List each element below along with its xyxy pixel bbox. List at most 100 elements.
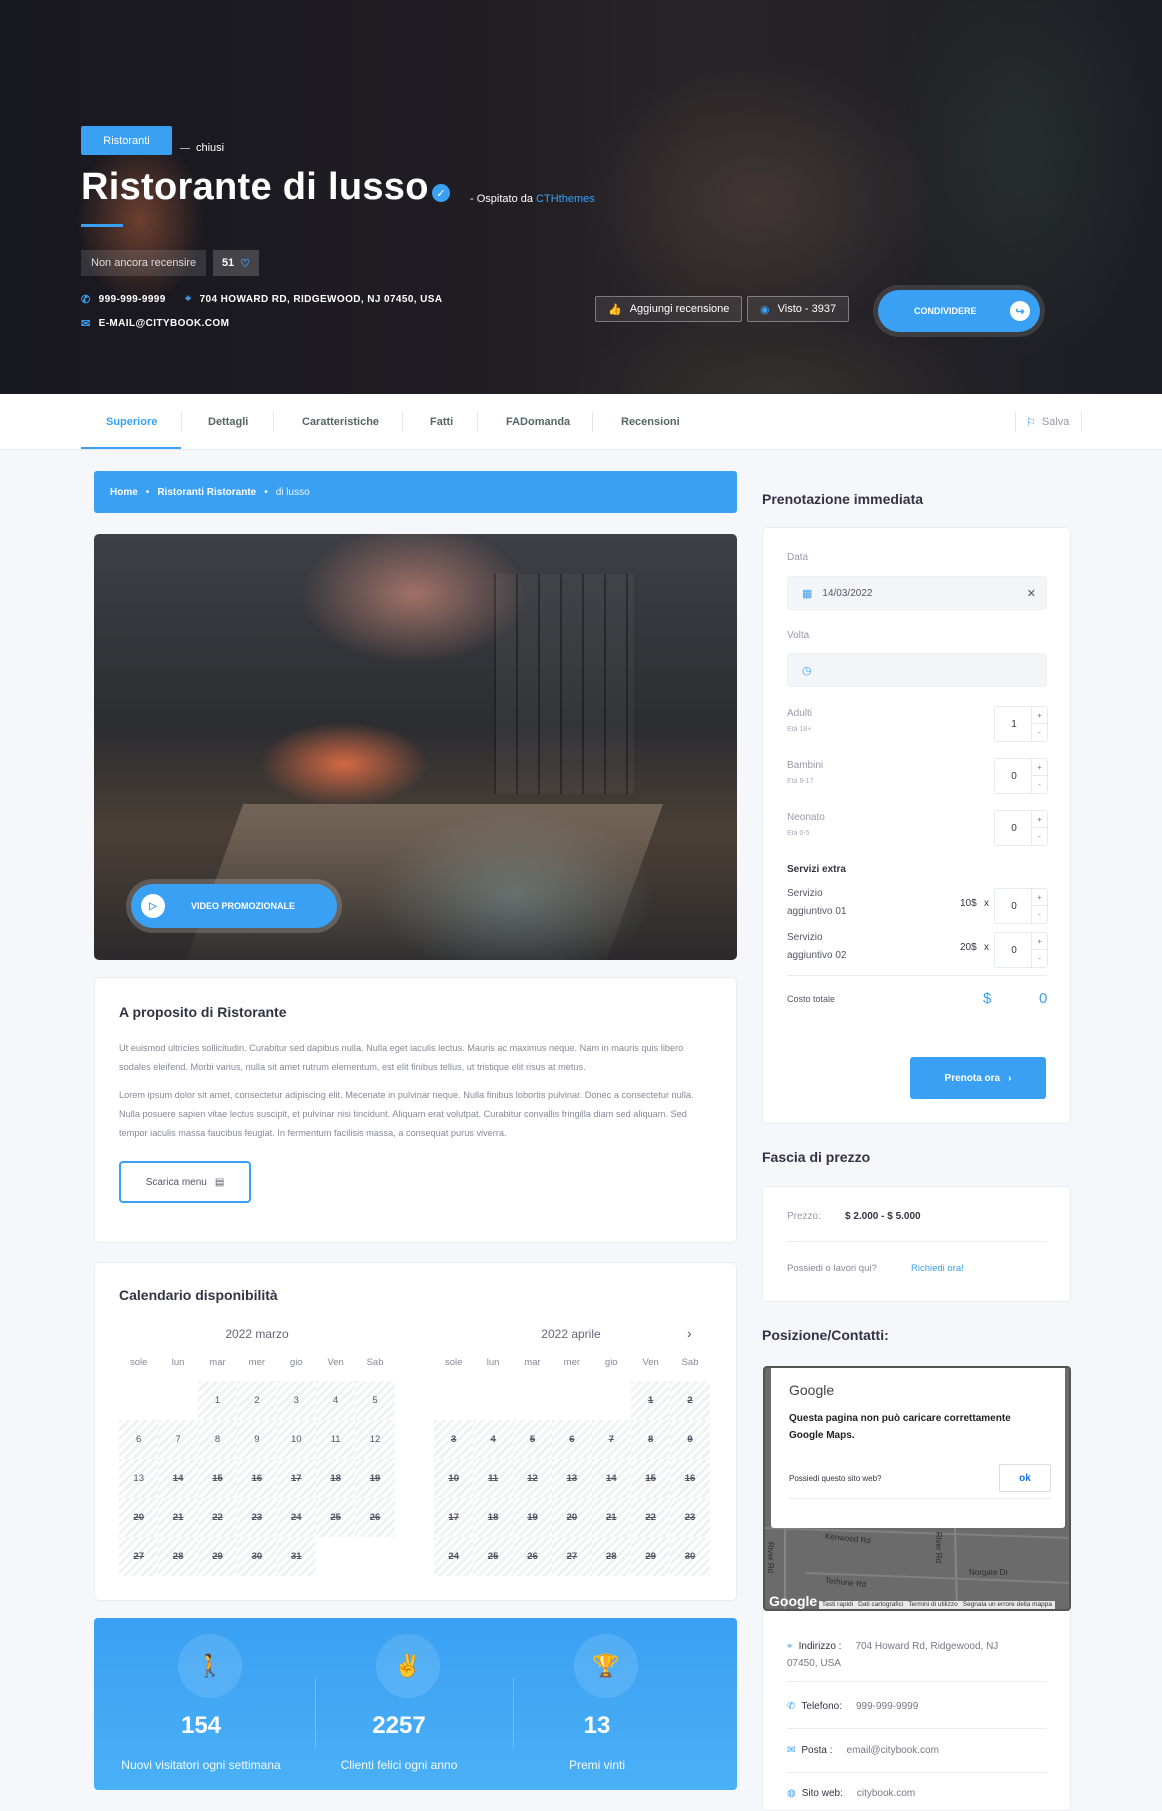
- tab-caratteristiche[interactable]: Caratteristiche: [302, 394, 379, 450]
- calendar-day[interactable]: 30: [237, 1537, 277, 1576]
- calendar-day[interactable]: 4: [473, 1420, 513, 1459]
- calendar-day[interactable]: 6: [119, 1420, 159, 1459]
- plus-icon[interactable]: +: [1031, 759, 1047, 776]
- extra-1-value[interactable]: 0: [995, 889, 1033, 923]
- plus-icon[interactable]: +: [1031, 811, 1047, 828]
- tab-faq[interactable]: FADomanda: [506, 394, 570, 450]
- calendar-day[interactable]: 9: [670, 1420, 710, 1459]
- calendar-day[interactable]: 27: [552, 1537, 592, 1576]
- calendar-day[interactable]: 12: [512, 1459, 553, 1498]
- calendar-day[interactable]: 22: [630, 1498, 671, 1537]
- calendar-day[interactable]: 21: [591, 1498, 631, 1537]
- contact-website[interactable]: ◍ Sito web: citybook.com: [787, 1785, 915, 1802]
- map-footer-link[interactable]: Termini di utilizzo: [908, 1601, 958, 1609]
- calendar-day[interactable]: 10: [434, 1459, 474, 1498]
- minus-icon[interactable]: -: [1031, 724, 1047, 741]
- calendar-day[interactable]: 17: [276, 1459, 316, 1498]
- calendar-day[interactable]: 8: [197, 1420, 238, 1459]
- map-footer-link[interactable]: Tasti rapidi: [822, 1601, 853, 1609]
- children-stepper[interactable]: 0 + -: [994, 758, 1048, 794]
- calendar-day[interactable]: 5: [512, 1420, 553, 1459]
- calendar-day[interactable]: 6: [552, 1420, 592, 1459]
- map-widget[interactable]: Google Questa pagina non può caricare co…: [763, 1366, 1071, 1611]
- email-info[interactable]: ✉ E-MAIL@CITYBOOK.COM: [81, 317, 229, 330]
- calendar-day[interactable]: 8: [630, 1420, 671, 1459]
- rating-badge[interactable]: 51 ♡: [213, 250, 259, 276]
- calendar-day[interactable]: 17: [434, 1498, 474, 1537]
- calendar-day[interactable]: 9: [237, 1420, 277, 1459]
- calendar-day[interactable]: 20: [552, 1498, 592, 1537]
- calendar-day[interactable]: 15: [197, 1459, 238, 1498]
- calendar-day[interactable]: 11: [473, 1459, 513, 1498]
- calendar-day[interactable]: 5: [355, 1381, 395, 1420]
- calendar-day[interactable]: 3: [434, 1420, 474, 1459]
- contact-phone[interactable]: ✆ Telefono: 999-999-9999: [787, 1698, 918, 1715]
- phone-info[interactable]: ✆ 999-999-9999: [81, 293, 166, 306]
- calendar-day[interactable]: 31: [276, 1537, 316, 1576]
- add-review-button[interactable]: 👍 Aggiungi recensione: [595, 296, 743, 322]
- calendar-next-arrow[interactable]: ›: [687, 1325, 692, 1341]
- calendar-day[interactable]: 28: [158, 1537, 198, 1576]
- calendar-day[interactable]: 20: [119, 1498, 159, 1537]
- calendar-day[interactable]: 24: [276, 1498, 316, 1537]
- calendar-day[interactable]: 24: [434, 1537, 474, 1576]
- plus-icon[interactable]: +: [1031, 707, 1047, 724]
- clear-date-icon[interactable]: ✕: [1027, 587, 1036, 600]
- calendar-day[interactable]: 11: [315, 1420, 356, 1459]
- map-footer-link[interactable]: Segnala un errore della mappa: [963, 1601, 1052, 1609]
- calendar-day[interactable]: 27: [119, 1537, 159, 1576]
- calendar-day[interactable]: 14: [591, 1459, 631, 1498]
- calendar-day[interactable]: 1: [197, 1381, 238, 1420]
- calendar-day[interactable]: 2: [237, 1381, 277, 1420]
- calendar-day[interactable]: 22: [197, 1498, 238, 1537]
- tab-superiore[interactable]: Superiore: [106, 394, 157, 450]
- calendar-day[interactable]: 16: [237, 1459, 277, 1498]
- calendar-day[interactable]: 7: [158, 1420, 198, 1459]
- calendar-day[interactable]: 7: [591, 1420, 631, 1459]
- calendar-day[interactable]: 14: [158, 1459, 198, 1498]
- calendar-day[interactable]: 15: [630, 1459, 671, 1498]
- calendar-day[interactable]: 26: [512, 1537, 553, 1576]
- calendar-day[interactable]: 25: [473, 1537, 513, 1576]
- minus-icon[interactable]: -: [1031, 776, 1047, 793]
- download-menu-button[interactable]: Scarica menu ▤: [119, 1161, 251, 1203]
- minus-icon[interactable]: -: [1031, 906, 1047, 923]
- promo-video-button[interactable]: ▷ VIDEO PROMOZIONALE: [131, 884, 337, 928]
- save-button[interactable]: ⚐ Salva: [1015, 412, 1083, 432]
- plus-icon[interactable]: +: [1031, 933, 1047, 950]
- plus-icon[interactable]: +: [1031, 889, 1047, 906]
- calendar-day[interactable]: 18: [473, 1498, 513, 1537]
- calendar-day[interactable]: 23: [237, 1498, 277, 1537]
- children-value[interactable]: 0: [995, 759, 1033, 793]
- calendar-day[interactable]: 29: [630, 1537, 671, 1576]
- calendar-day[interactable]: 2: [670, 1381, 710, 1420]
- map-ok-button[interactable]: ok: [999, 1464, 1051, 1492]
- adults-stepper[interactable]: 1 + -: [994, 706, 1048, 742]
- calendar-day[interactable]: 13: [552, 1459, 592, 1498]
- book-now-button[interactable]: Prenota ora ›: [910, 1057, 1046, 1099]
- calendar-day[interactable]: 26: [355, 1498, 395, 1537]
- calendar-day[interactable]: 23: [670, 1498, 710, 1537]
- calendar-day[interactable]: 25: [315, 1498, 356, 1537]
- adults-value[interactable]: 1: [995, 707, 1033, 741]
- category-badge[interactable]: Ristoranti: [81, 126, 172, 155]
- breadcrumb-category[interactable]: Ristoranti Ristorante: [157, 487, 256, 498]
- calendar-day[interactable]: 18: [315, 1459, 356, 1498]
- tab-recensioni[interactable]: Recensioni: [621, 394, 680, 450]
- claim-link[interactable]: Richiedi ora!: [911, 1263, 964, 1274]
- calendar-day[interactable]: 19: [512, 1498, 553, 1537]
- contact-email[interactable]: ✉ Posta : email@citybook.com: [787, 1742, 939, 1759]
- share-button[interactable]: CONDIVIDERE ↪: [878, 290, 1040, 332]
- calendar-day[interactable]: 28: [591, 1537, 631, 1576]
- calendar-day[interactable]: 1: [630, 1381, 671, 1420]
- host-link[interactable]: CTHthemes: [536, 193, 595, 205]
- calendar-day[interactable]: 16: [670, 1459, 710, 1498]
- calendar-day[interactable]: 3: [276, 1381, 316, 1420]
- time-field[interactable]: ◷: [787, 653, 1047, 687]
- calendar-day[interactable]: 29: [197, 1537, 238, 1576]
- address-info[interactable]: ⌖ 704 HOWARD RD, RIDGEWOOD, NJ 07450, USA: [185, 293, 442, 306]
- map-footer-link[interactable]: Dati cartografici: [858, 1601, 903, 1609]
- minus-icon[interactable]: -: [1031, 950, 1047, 967]
- calendar-day[interactable]: 30: [670, 1537, 710, 1576]
- calendar-day[interactable]: 13: [119, 1459, 159, 1498]
